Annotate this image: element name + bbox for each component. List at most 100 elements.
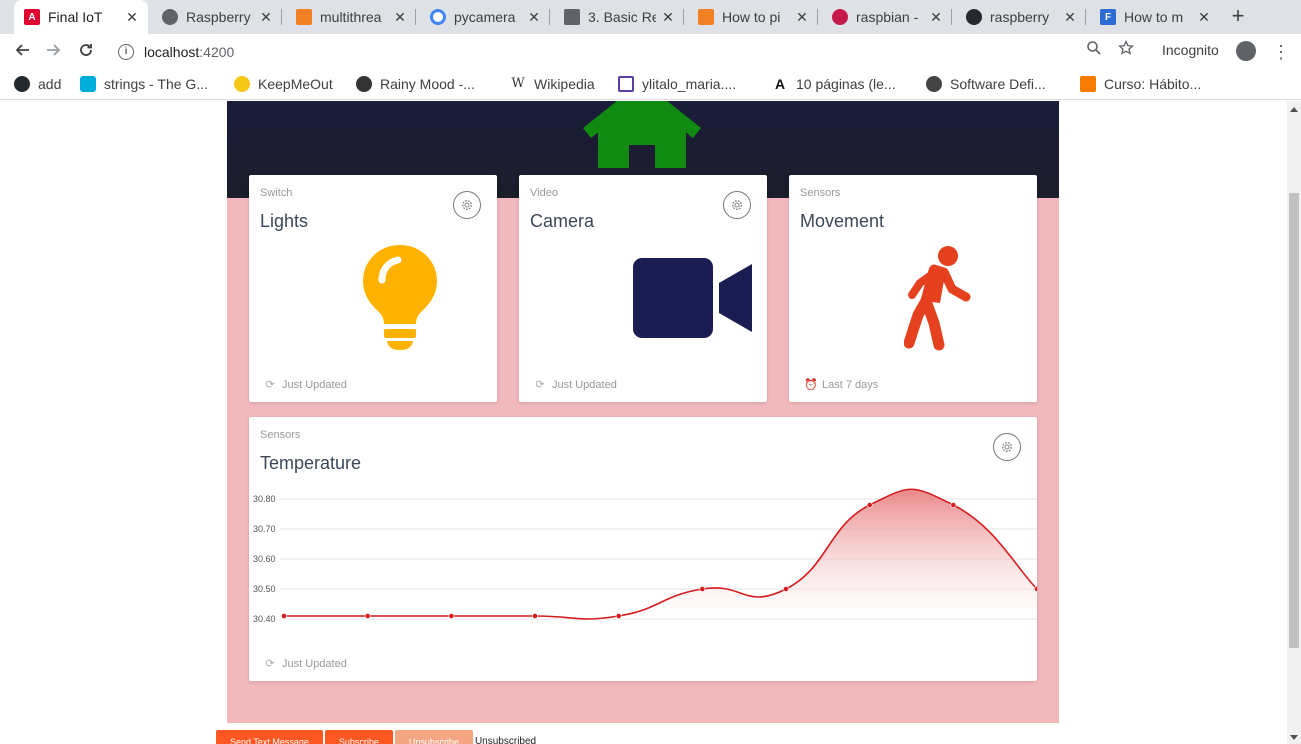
- close-icon[interactable]: ✕: [124, 9, 140, 26]
- unsubscribe-button[interactable]: Unsubscribe: [394, 730, 473, 744]
- alarm-icon: ⏰: [804, 379, 818, 391]
- close-icon[interactable]: ✕: [928, 9, 944, 26]
- bookmark-star-button[interactable]: [1114, 39, 1138, 64]
- bookmark-item[interactable]: ylitalo_maria....: [618, 76, 736, 92]
- arrow-left-icon: [15, 44, 29, 56]
- tab-title: Final IoT: [48, 9, 103, 25]
- temperature-card: Sensors Temperature 30.80 30.70 30.60 30.50…: [249, 417, 1037, 681]
- data-point: [866, 502, 873, 508]
- tab-raspberry[interactable]: Raspberry ✕: [152, 0, 282, 34]
- address-bar[interactable]: i localhost:4200: [108, 37, 1148, 67]
- data-point: [281, 613, 287, 619]
- card-footer: ⏰ Last 7 days: [804, 379, 878, 391]
- new-tab-button[interactable]: +: [1226, 5, 1250, 29]
- data-point: [532, 613, 538, 619]
- send-text-message-button[interactable]: Send Text Message: [216, 730, 323, 744]
- y-tick-label: 30.50: [253, 584, 276, 594]
- scroll-thumb[interactable]: [1289, 193, 1299, 648]
- tab-title: Raspberry: [186, 9, 251, 25]
- stackoverflow-icon: [296, 9, 312, 25]
- gear-icon: [731, 199, 743, 211]
- bookmark-item[interactable]: strings - The G...: [80, 76, 208, 92]
- lights-card: Switch Lights ⟳ Just Updated: [249, 175, 497, 402]
- footer-text: Last 7 days: [822, 379, 879, 391]
- moodle-icon: [1080, 76, 1096, 92]
- close-icon[interactable]: ✕: [526, 9, 542, 26]
- scroll-up-arrow[interactable]: [1290, 107, 1298, 112]
- card-category: Switch: [260, 187, 293, 199]
- bookmark-item[interactable]: Software Defi...: [926, 76, 1046, 92]
- tab-pycamera[interactable]: pycamera ✕: [420, 0, 550, 34]
- bookmark-item[interactable]: KeepMeOut: [234, 76, 333, 92]
- walking-icon: [904, 246, 971, 351]
- square-icon: [618, 76, 634, 92]
- tab-basic[interactable]: 3. Basic Re ✕: [554, 0, 684, 34]
- raindrop-icon: [356, 76, 372, 92]
- tab-title: How to pi: [722, 9, 781, 25]
- reload-button[interactable]: [74, 40, 98, 64]
- series-area: [284, 489, 1037, 619]
- tab-how-to-m[interactable]: F How to m ✕: [1090, 0, 1220, 34]
- tab-raspberry-github[interactable]: raspberry ✕: [956, 0, 1086, 34]
- back-button[interactable]: [10, 40, 34, 64]
- data-point: [1034, 586, 1037, 592]
- temperature-chart: 30.80 30.70 30.60 30.50 30.40: [253, 488, 1037, 624]
- y-tick-label: 30.70: [253, 524, 276, 534]
- incognito-icon[interactable]: [1236, 41, 1256, 61]
- close-icon[interactable]: ✕: [392, 9, 408, 26]
- close-icon[interactable]: ✕: [1196, 9, 1212, 26]
- gear-icon: [461, 199, 473, 211]
- y-tick-label: 30.60: [253, 554, 276, 564]
- card-footer: ⟳ Just Updated: [264, 658, 346, 670]
- videocam-icon: [633, 258, 752, 338]
- subscribe-button[interactable]: Subscribe: [324, 730, 393, 744]
- stackoverflow-icon: [698, 9, 714, 25]
- smiley-icon: [234, 76, 250, 92]
- reload-icon: [80, 44, 92, 56]
- incognito-label[interactable]: Incognito: [1162, 42, 1219, 58]
- info-icon[interactable]: i: [118, 44, 134, 60]
- page-scrollbar[interactable]: [1287, 101, 1301, 744]
- card-category: Sensors: [800, 187, 841, 199]
- tab-title: raspberry: [990, 9, 1050, 25]
- close-icon[interactable]: ✕: [660, 9, 676, 26]
- tab-multithrea[interactable]: multithrea ✕: [286, 0, 416, 34]
- data-point: [699, 586, 706, 592]
- forward-button[interactable]: [42, 40, 66, 64]
- action-bar: Send Text Message Subscribe Unsubscribe …: [216, 730, 536, 744]
- docs-icon: [564, 9, 580, 25]
- refresh-icon: ⟳: [265, 658, 275, 670]
- close-icon[interactable]: ✕: [258, 9, 274, 26]
- y-tick-label: 30.80: [253, 494, 276, 504]
- tab-title: pycamera: [454, 9, 516, 25]
- movement-card: Sensors Movement ⏰ Last 7 days: [789, 175, 1037, 402]
- card-title: Camera: [530, 211, 595, 231]
- arrow-right-icon: [47, 44, 61, 56]
- browser-toolbar: i localhost:4200 Incognito ⋮: [0, 34, 1301, 70]
- settings-button[interactable]: [993, 433, 1021, 461]
- tab-strip: A Final IoT ✕ Raspberry ✕ multithrea ✕ p…: [0, 0, 1301, 34]
- subscription-status: Unsubscribed: [474, 736, 537, 744]
- tab-how-to-pi[interactable]: How to pi ✕: [688, 0, 818, 34]
- close-icon[interactable]: ✕: [794, 9, 810, 26]
- card-category: Sensors: [260, 429, 301, 441]
- scroll-down-arrow[interactable]: [1290, 735, 1298, 740]
- raspberry-icon: [832, 9, 848, 25]
- bookmark-item[interactable]: A 10 páginas (le...: [772, 76, 896, 92]
- card-title: Lights: [260, 211, 309, 231]
- bookmark-item[interactable]: add: [14, 76, 61, 92]
- data-point: [364, 613, 371, 619]
- bookmark-item[interactable]: W Wikipedia: [510, 76, 595, 92]
- close-icon[interactable]: ✕: [1062, 9, 1078, 26]
- settings-button[interactable]: [723, 191, 751, 219]
- card-title: Movement: [800, 211, 885, 231]
- tab-raspbian[interactable]: raspbian - ✕: [822, 0, 952, 34]
- zoom-button[interactable]: [1082, 40, 1106, 64]
- browser-menu-button[interactable]: ⋮: [1272, 40, 1290, 64]
- footer-text: Just Updated: [282, 379, 347, 391]
- settings-button[interactable]: [453, 191, 481, 219]
- globe-icon: [926, 76, 942, 92]
- bookmark-item[interactable]: Rainy Mood -...: [356, 76, 475, 92]
- bookmark-item[interactable]: Curso: Hábito...: [1080, 76, 1201, 92]
- tab-final-iot[interactable]: A Final IoT ✕: [14, 0, 148, 34]
